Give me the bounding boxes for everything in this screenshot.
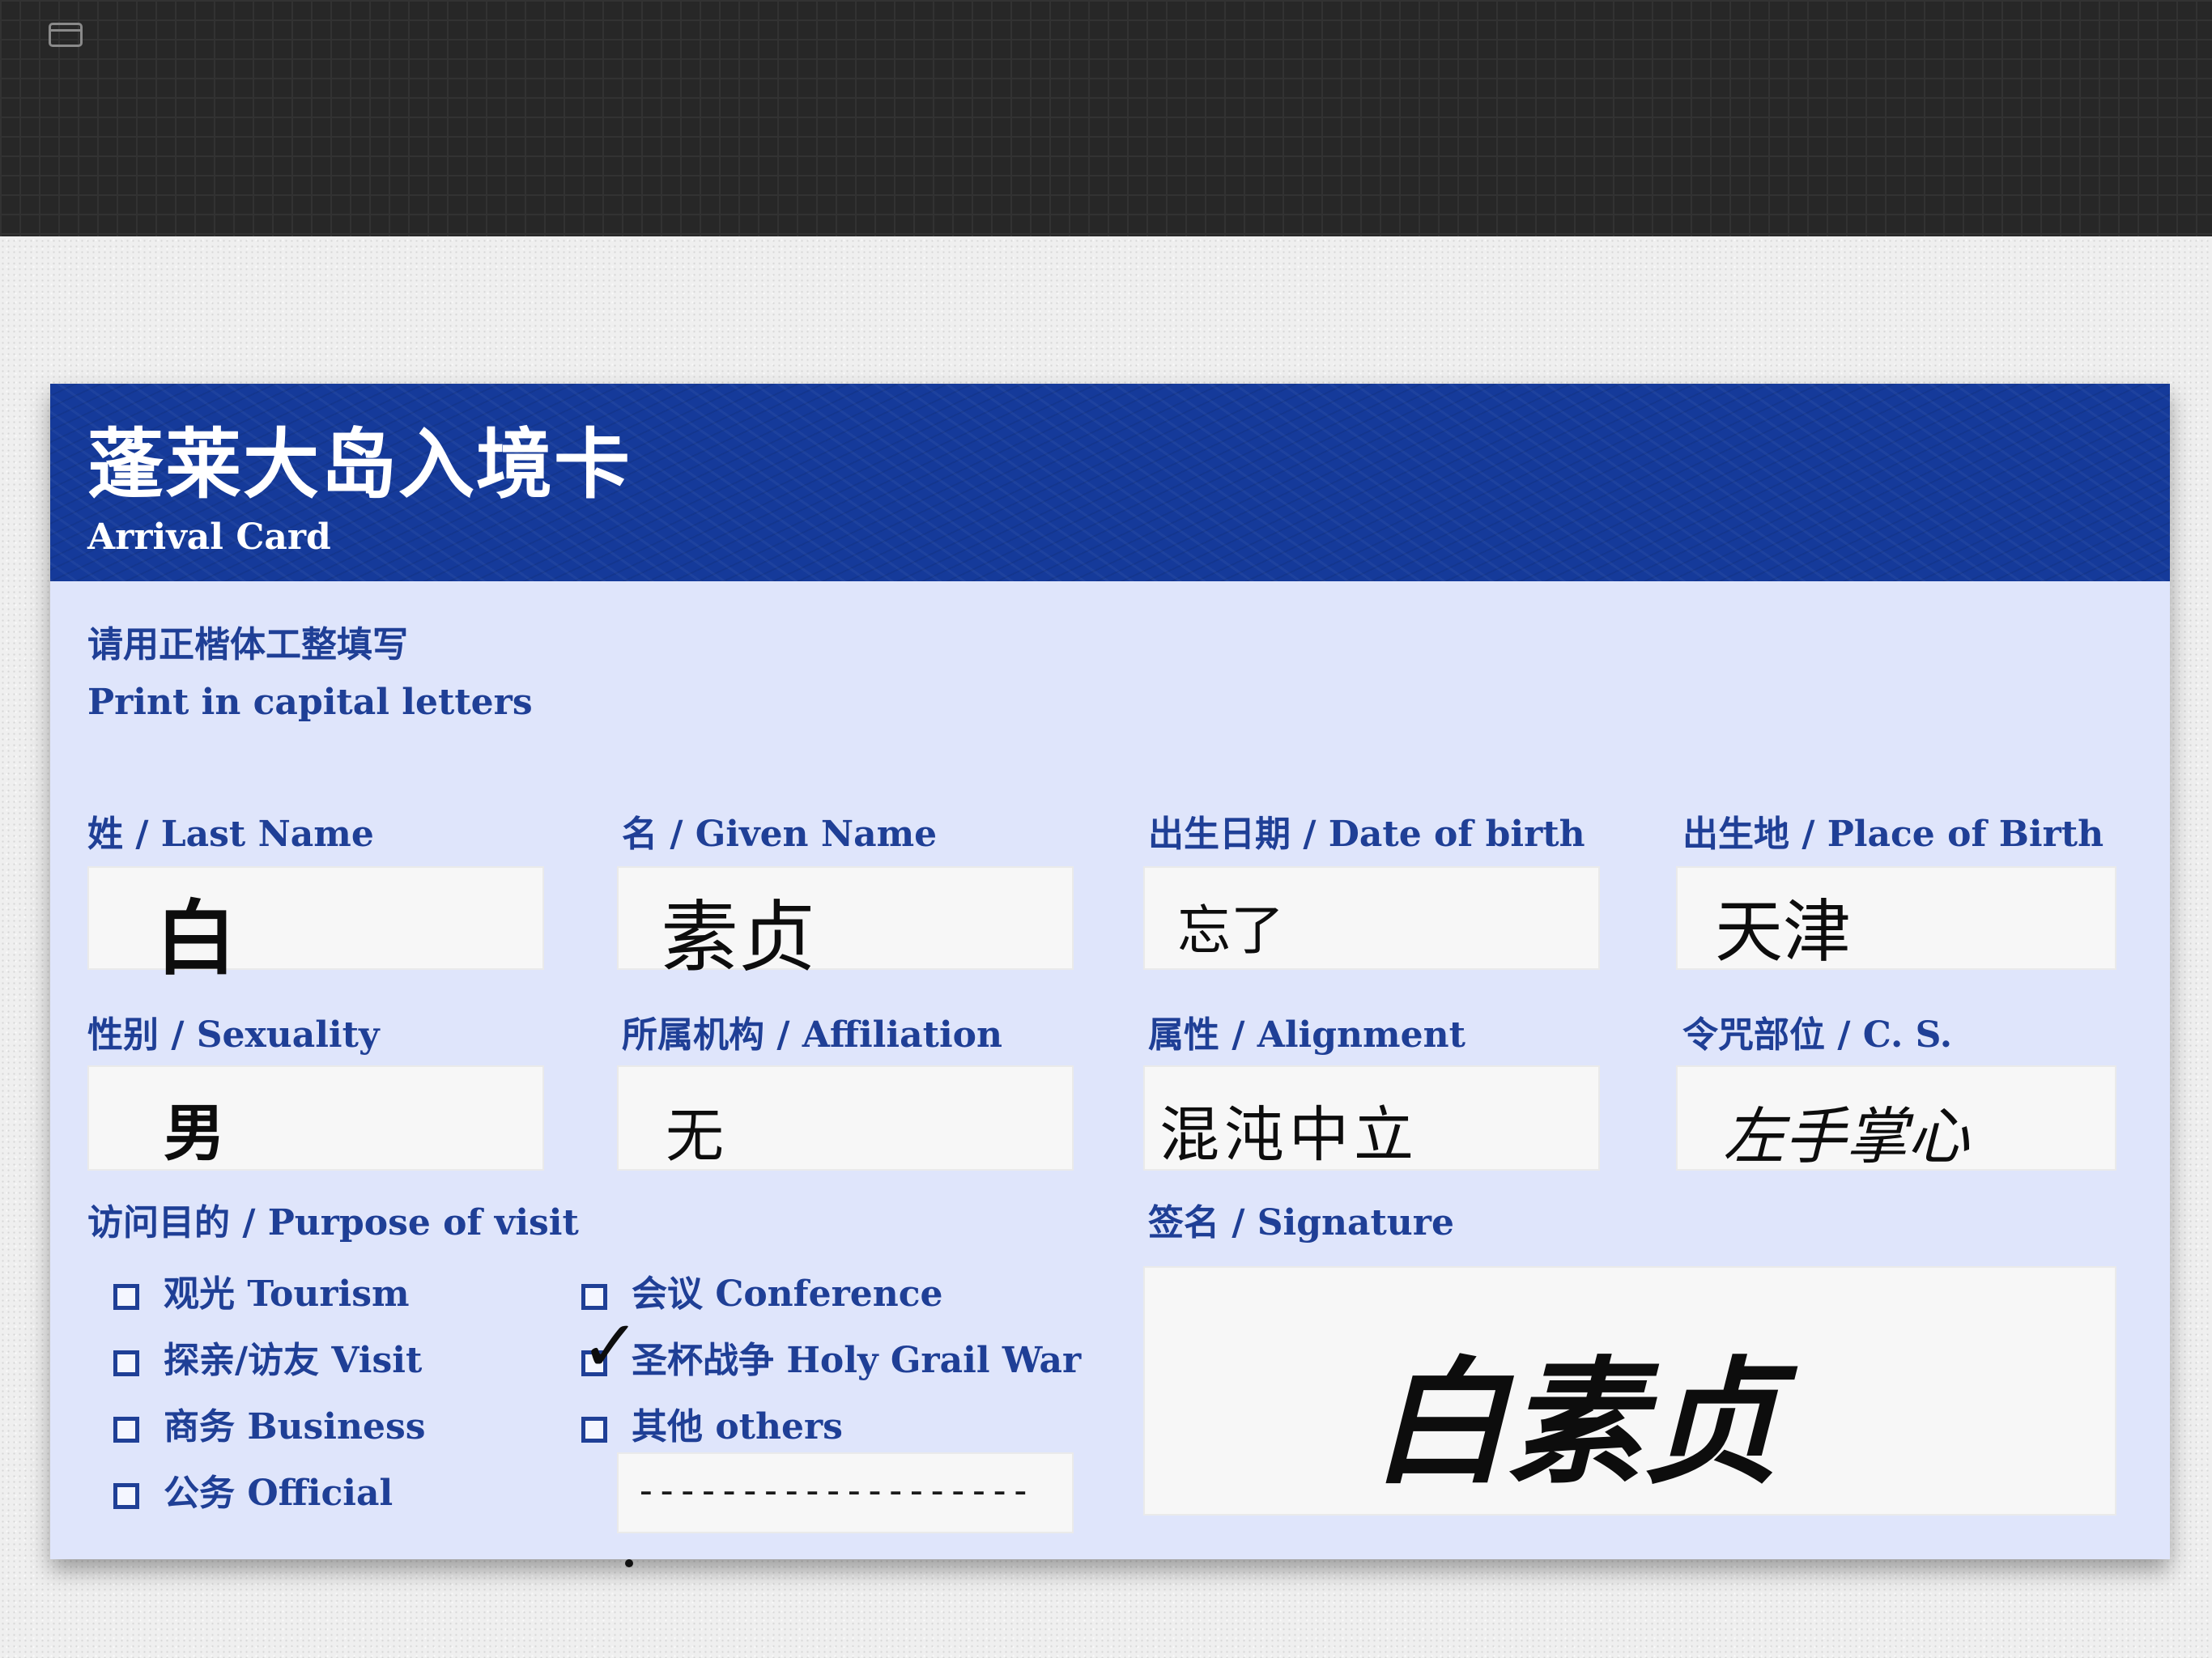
- arrival-card: 蓬莱大岛入境卡 Arrival Card 请用正楷体工整填写 Print in …: [50, 384, 2170, 1567]
- place-of-birth-label: 出生地 / Place of Birth: [1682, 814, 2104, 855]
- purpose-of-visit-label: 访问目的 / Purpose of visit: [87, 1202, 579, 1244]
- purpose-option-business[interactable]: 商务 Business: [113, 1397, 426, 1449]
- alignment-value: 混沌中立: [1159, 1100, 1419, 1170]
- sexuality-label: 性别 / Sexuality: [87, 1014, 380, 1056]
- checkbox-icon[interactable]: [113, 1416, 139, 1443]
- option-label: 商务 Business: [164, 1406, 426, 1448]
- alignment-field[interactable]: 混沌中立: [1143, 1065, 1600, 1171]
- date-of-birth-label: 出生日期 / Date of birth: [1148, 814, 1585, 855]
- given-name-value: 素贞: [661, 892, 816, 983]
- purpose-option-visit[interactable]: 探亲/访友 Visit: [113, 1331, 422, 1383]
- option-label: 其他 others: [632, 1406, 843, 1448]
- cs-value: 左手掌心: [1723, 1100, 1969, 1172]
- ink-dot: [625, 1559, 633, 1567]
- option-label: 公务 Official: [164, 1473, 393, 1514]
- given-name-label: 名 / Given Name: [622, 814, 938, 855]
- date-of-birth-field[interactable]: 忘了: [1143, 866, 1600, 970]
- others-field[interactable]: -------------------: [617, 1452, 1074, 1533]
- cs-label: 令咒部位 / C. S.: [1682, 1014, 1953, 1056]
- instruction-chinese: 请用正楷体工整填写: [87, 624, 408, 665]
- checkbox-icon[interactable]: [113, 1283, 139, 1310]
- toolbar: [0, 0, 2212, 236]
- affiliation-field[interactable]: 无: [617, 1065, 1074, 1171]
- affiliation-value: 无: [666, 1102, 725, 1170]
- alignment-label: 属性 / Alignment: [1148, 1014, 1465, 1056]
- cs-field[interactable]: 左手掌心: [1676, 1065, 2116, 1172]
- checkbox-icon[interactable]: [113, 1482, 139, 1509]
- purpose-option-tourism[interactable]: 观光 Tourism: [113, 1265, 410, 1316]
- sexuality-value: 男: [164, 1097, 225, 1169]
- place-of-birth-field[interactable]: 天津: [1676, 866, 2116, 971]
- place-of-birth-value: 天津: [1715, 892, 1852, 971]
- check-mark-icon: ✓: [581, 1303, 640, 1388]
- affiliation-label: 所属机构 / Affiliation: [622, 1014, 1002, 1056]
- window-icon[interactable]: [49, 23, 83, 47]
- last-name-label: 姓 / Last Name: [87, 814, 374, 855]
- checkbox-icon[interactable]: [113, 1350, 139, 1376]
- last-name-value: 白: [155, 891, 236, 986]
- date-of-birth-value: 忘了: [1177, 899, 1284, 962]
- signature-value: 白素贞: [1372, 1342, 1780, 1503]
- option-label: 探亲/访友 Visit: [164, 1340, 423, 1381]
- sexuality-field[interactable]: 男: [87, 1065, 544, 1171]
- card-subtitle: Arrival Card: [87, 517, 331, 558]
- checkbox-icon[interactable]: [581, 1416, 607, 1443]
- option-label: 观光 Tourism: [164, 1273, 410, 1315]
- option-label: 会议 Conference: [632, 1273, 943, 1315]
- signature-field[interactable]: 白素贞: [1143, 1266, 2116, 1516]
- option-label: 圣杯战争 Holy Grail War: [632, 1340, 1082, 1381]
- purpose-option-official[interactable]: 公务 Official: [113, 1464, 393, 1516]
- purpose-option-holy-grail-war[interactable]: ✓ 圣杯战争 Holy Grail War: [581, 1310, 1082, 1383]
- signature-label: 签名 / Signature: [1148, 1202, 1454, 1244]
- purpose-option-others[interactable]: 其他 others: [581, 1397, 843, 1449]
- instruction-english: Print in capital letters: [87, 682, 533, 723]
- given-name-field[interactable]: 素贞: [617, 866, 1074, 983]
- last-name-field[interactable]: 白: [87, 866, 544, 986]
- others-value: -------------------: [635, 1469, 1032, 1512]
- card-header: 蓬莱大岛入境卡 Arrival Card: [50, 384, 2170, 581]
- checkbox-icon[interactable]: ✓: [581, 1310, 640, 1381]
- card-title: 蓬莱大岛入境卡: [87, 421, 632, 509]
